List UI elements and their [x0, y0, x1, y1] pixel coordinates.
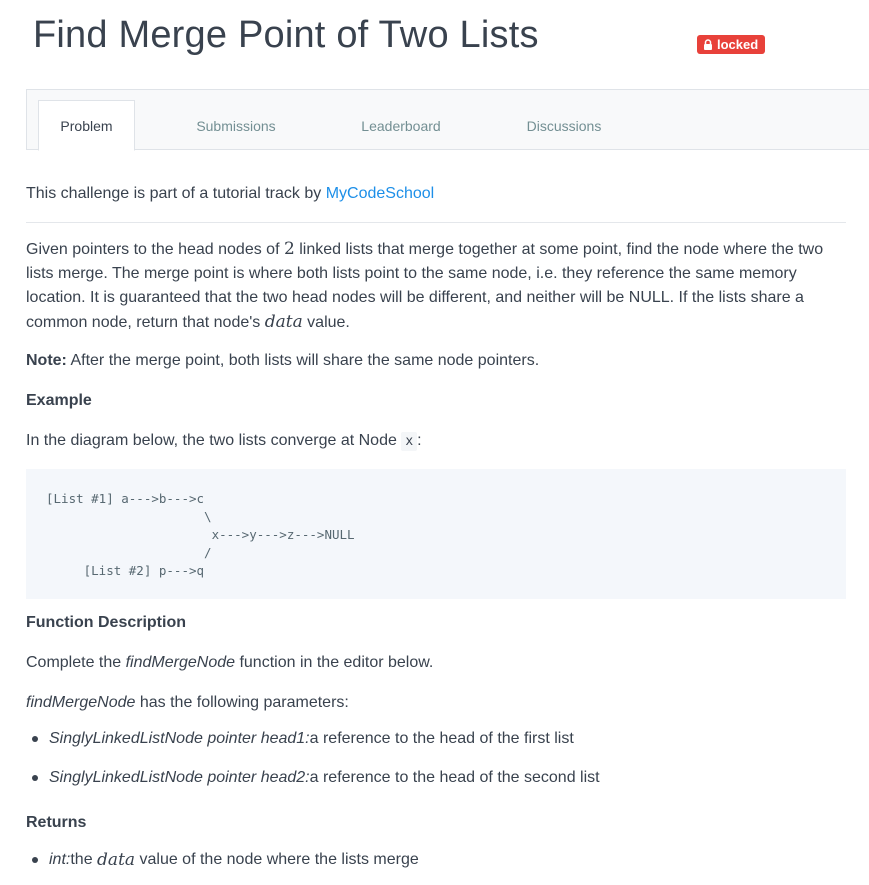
fd-prefix: Complete the	[26, 654, 126, 671]
return-math-data: data	[97, 850, 136, 870]
tab-bar: Problem Submissions Leaderboard Discussi…	[26, 89, 869, 151]
return-prefix: the	[70, 851, 93, 868]
note-label: Note:	[26, 352, 67, 369]
tab-leaderboard[interactable]: Leaderboard	[342, 100, 460, 151]
return-suffix: value of the node where the lists merge	[139, 851, 419, 868]
fd-fn-name: findMergeNode	[125, 654, 236, 671]
parameters-intro: findMergeNode has the following paramete…	[26, 691, 846, 715]
function-description-heading: Function Description	[26, 614, 186, 631]
merge-diagram: [List #1] a--->b--->c \ x--->y--->z--->N…	[26, 469, 846, 599]
bullet-dot	[32, 775, 38, 781]
param-desc: a reference to the head of the second li…	[309, 769, 600, 786]
fd-suffix: function in the editor below.	[235, 654, 434, 671]
function-description-text: Complete the findMergeNode function in t…	[26, 651, 846, 675]
tab-leaderboard-label: Leaderboard	[361, 117, 441, 134]
desc-text-1: Given pointers to the head nodes of	[26, 241, 284, 258]
page-title: Find Merge Point of Two Lists	[33, 14, 539, 56]
bullet-dot	[32, 857, 38, 863]
param-item: SinglyLinkedListNode pointer head2: a re…	[26, 769, 600, 787]
tab-submissions-label: Submissions	[196, 117, 276, 134]
bullet-dot	[32, 736, 38, 742]
tab-problem-label: Problem	[60, 117, 113, 134]
desc-math-data: data	[264, 312, 303, 332]
node-x-code: x	[401, 432, 418, 451]
note-text: After the merge point, both lists will s…	[66, 352, 540, 369]
return-item: int: the data value of the node where th…	[26, 850, 419, 870]
param-desc: a reference to the head of the first lis…	[309, 730, 574, 747]
problem-description: Given pointers to the head nodes of 2 li…	[26, 237, 846, 335]
param-name: SinglyLinkedListNode pointer head2:	[49, 769, 310, 786]
example-heading: Example	[26, 392, 92, 409]
locked-badge: locked	[697, 35, 766, 54]
params-suffix: has the following parameters:	[135, 694, 349, 711]
desc-text-3: value.	[302, 314, 350, 331]
return-type: int:	[49, 851, 71, 868]
mycodeschool-link[interactable]: MyCodeSchool	[326, 185, 435, 202]
divider	[26, 222, 846, 223]
note-paragraph: Note: After the merge point, both lists …	[26, 349, 846, 373]
example-intro: In the diagram below, the two lists conv…	[26, 429, 846, 454]
lock-icon	[704, 39, 712, 50]
tab-submissions[interactable]: Submissions	[177, 100, 295, 151]
example-intro-text: In the diagram below, the two lists conv…	[26, 432, 402, 449]
badge-label: locked	[717, 37, 759, 52]
tab-discussions[interactable]: Discussions	[505, 100, 623, 151]
tab-discussions-label: Discussions	[526, 117, 602, 134]
params-fn-name: findMergeNode	[26, 694, 136, 711]
tab-problem[interactable]: Problem	[38, 100, 135, 151]
returns-heading: Returns	[26, 814, 87, 831]
track-prefix: This challenge is part of a tutorial tra…	[26, 185, 326, 202]
tutorial-track-note: This challenge is part of a tutorial tra…	[26, 185, 434, 203]
param-item: SinglyLinkedListNode pointer head1: a re…	[26, 730, 574, 748]
example-intro-end: :	[417, 432, 422, 449]
desc-math-2: 2	[283, 239, 295, 259]
param-name: SinglyLinkedListNode pointer head1:	[49, 730, 310, 747]
